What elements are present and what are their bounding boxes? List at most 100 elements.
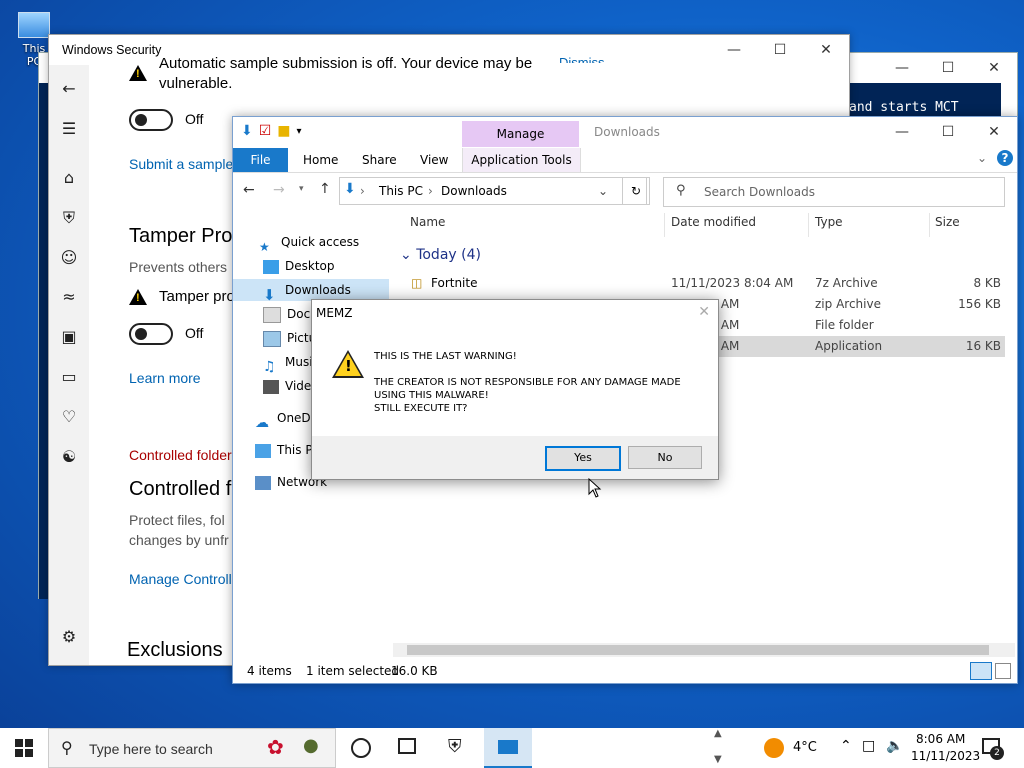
tamper-heading: Tamper Prot bbox=[129, 225, 238, 247]
person-icon[interactable]: ☺ bbox=[59, 248, 79, 268]
details-view-icon[interactable] bbox=[970, 662, 992, 680]
minimize-icon[interactable]: — bbox=[879, 53, 925, 83]
app-browser-icon[interactable]: ▣ bbox=[59, 327, 79, 347]
settings-gear-icon[interactable]: ⚙ bbox=[59, 627, 79, 647]
nav-desktop[interactable]: Desktop bbox=[263, 255, 403, 277]
clock-date[interactable]: 11/11/2023 bbox=[911, 749, 980, 763]
table-row[interactable]: ◫ Fortnite 11/11/2023 8:04 AM 7z Archive… bbox=[403, 273, 1005, 294]
speaker-muted-icon[interactable]: 🔈 bbox=[886, 738, 903, 754]
taskbar-search-input[interactable]: ⚲ Type here to search ✿ ● bbox=[48, 728, 336, 768]
weather-temperature[interactable]: 4°C bbox=[793, 740, 817, 755]
sample-warning-line1: Automatic sample submission is off. Your… bbox=[159, 55, 533, 72]
address-bar[interactable]: ⬇ › This PC › Downloads ⌄ bbox=[339, 177, 647, 205]
computer-icon bbox=[18, 12, 50, 38]
down-arrow-icon[interactable]: ⬇ bbox=[241, 123, 253, 139]
message-line: USING THIS MALWARE! bbox=[374, 390, 489, 401]
no-button[interactable]: No bbox=[628, 446, 702, 469]
dismiss-link[interactable]: Dismiss bbox=[559, 55, 605, 63]
cloud-icon: ☁ bbox=[255, 414, 269, 430]
window-title: Windows Security bbox=[62, 43, 162, 57]
submit-sample-link[interactable]: Submit a sample bbox=[129, 156, 233, 172]
sample-warning-line2: vulnerable. bbox=[159, 75, 233, 92]
learn-more-link[interactable]: Learn more bbox=[129, 370, 201, 386]
close-icon[interactable]: ✕ bbox=[971, 53, 1017, 83]
chevron-down-icon[interactable]: ⌄ bbox=[598, 184, 608, 198]
folder-icon[interactable]: ■ bbox=[277, 123, 290, 139]
console-text: and starts MCT bbox=[849, 100, 959, 115]
sample-submission-toggle[interactable] bbox=[129, 109, 173, 131]
heart-health-icon[interactable]: ♡ bbox=[59, 407, 79, 427]
maximize-icon[interactable]: ☐ bbox=[757, 35, 803, 65]
cortana-icon[interactable] bbox=[351, 738, 371, 758]
minimize-icon[interactable]: — bbox=[879, 117, 925, 147]
window-title: Downloads bbox=[594, 125, 660, 139]
hamburger-menu-icon[interactable]: ☰ bbox=[59, 119, 79, 139]
chevron-up-icon[interactable]: ⌃ bbox=[840, 738, 852, 754]
task-view-icon[interactable] bbox=[398, 738, 416, 754]
nav-downloads[interactable]: ⬇ Downloads bbox=[233, 279, 389, 301]
tab-file[interactable]: File bbox=[233, 148, 288, 172]
warning-icon bbox=[129, 65, 147, 81]
column-type[interactable]: Type bbox=[815, 215, 843, 229]
properties-icon[interactable]: ☑ bbox=[259, 123, 272, 139]
tab-view[interactable]: View bbox=[420, 153, 448, 167]
column-name[interactable]: Name bbox=[410, 215, 445, 229]
close-icon[interactable]: ✕ bbox=[971, 117, 1017, 147]
chevron-down-icon[interactable]: ▾ bbox=[297, 126, 302, 137]
message-line: STILL EXECUTE IT? bbox=[374, 403, 468, 414]
group-header[interactable]: ⌄ Today (4) bbox=[400, 247, 481, 263]
weather-sun-icon[interactable] bbox=[764, 738, 784, 758]
dialog-message: THIS IS THE LAST WARNING! THE CREATOR IS… bbox=[374, 350, 681, 415]
column-divider bbox=[808, 213, 809, 237]
controlled-heading: Controlled f bbox=[129, 478, 232, 500]
shield-icon[interactable]: ⛨ bbox=[59, 208, 79, 228]
tiles-view-icon[interactable] bbox=[995, 663, 1011, 679]
tab-manage[interactable]: Manage bbox=[462, 121, 579, 147]
windows-security-taskbar-icon[interactable]: ⛨ bbox=[448, 736, 462, 757]
maximize-icon[interactable]: ☐ bbox=[925, 117, 971, 147]
maximize-icon[interactable]: ☐ bbox=[925, 53, 971, 83]
back-arrow-icon[interactable]: ← bbox=[59, 79, 79, 99]
search-icon: ⚲ bbox=[676, 183, 686, 198]
back-arrow-icon[interactable]: ← bbox=[243, 182, 255, 198]
column-size[interactable]: Size bbox=[935, 215, 960, 229]
tamper-warning: Tamper pro bbox=[159, 288, 235, 305]
network-icon[interactable]: □ bbox=[862, 738, 875, 754]
scroll-up-icon[interactable]: ▲ bbox=[714, 728, 722, 739]
clock-time[interactable]: 8:06 AM bbox=[916, 732, 965, 746]
chevron-down-icon[interactable]: ⌄ bbox=[977, 151, 987, 165]
yes-button[interactable]: Yes bbox=[545, 446, 621, 471]
column-date[interactable]: Date modified bbox=[671, 215, 756, 229]
memz-dialog[interactable]: MEMZ ✕ THIS IS THE LAST WARNING! THE CRE… bbox=[311, 299, 719, 480]
breadcrumb-this-pc[interactable]: This PC bbox=[379, 184, 423, 198]
nav-quick-access[interactable]: ★ Quick access bbox=[259, 231, 399, 253]
forward-arrow-icon[interactable]: → bbox=[273, 182, 285, 198]
minimize-icon[interactable]: — bbox=[711, 35, 757, 65]
help-icon[interactable]: ? bbox=[997, 150, 1013, 166]
search-input[interactable]: ⚲ Search Downloads bbox=[663, 177, 1005, 207]
up-arrow-icon[interactable]: ↑ bbox=[319, 181, 331, 197]
laptop-icon[interactable]: ▭ bbox=[59, 367, 79, 387]
documents-folder-icon bbox=[263, 306, 281, 323]
close-icon[interactable]: ✕ bbox=[803, 35, 849, 65]
breadcrumb-downloads[interactable]: Downloads bbox=[441, 184, 507, 198]
status-item-count: 4 items bbox=[247, 664, 292, 678]
file-explorer-taskbar-button[interactable] bbox=[484, 728, 532, 768]
scrollbar-thumb[interactable] bbox=[407, 645, 989, 655]
tab-home[interactable]: Home bbox=[303, 153, 338, 167]
home-icon[interactable]: ⌂ bbox=[59, 168, 79, 188]
tab-application-tools[interactable]: Application Tools bbox=[462, 148, 581, 172]
windows-start-icon[interactable] bbox=[14, 738, 34, 758]
recent-chevron-icon[interactable]: ▾ bbox=[299, 184, 304, 194]
horizontal-scrollbar[interactable] bbox=[393, 643, 1015, 657]
scroll-down-icon[interactable]: ▼ bbox=[714, 754, 722, 765]
quick-access-toolbar: ⬇ ☑ ■ ▾ bbox=[241, 123, 302, 139]
videos-folder-icon bbox=[263, 379, 279, 394]
refresh-button[interactable]: ↻ bbox=[622, 177, 650, 205]
close-icon[interactable]: ✕ bbox=[698, 304, 710, 320]
family-icon[interactable]: ☯ bbox=[59, 447, 79, 467]
wifi-icon[interactable]: ≈ bbox=[59, 287, 79, 307]
tab-share[interactable]: Share bbox=[362, 153, 397, 167]
tamper-toggle[interactable] bbox=[129, 323, 173, 345]
manage-controlled-link[interactable]: Manage Controll bbox=[129, 571, 232, 587]
